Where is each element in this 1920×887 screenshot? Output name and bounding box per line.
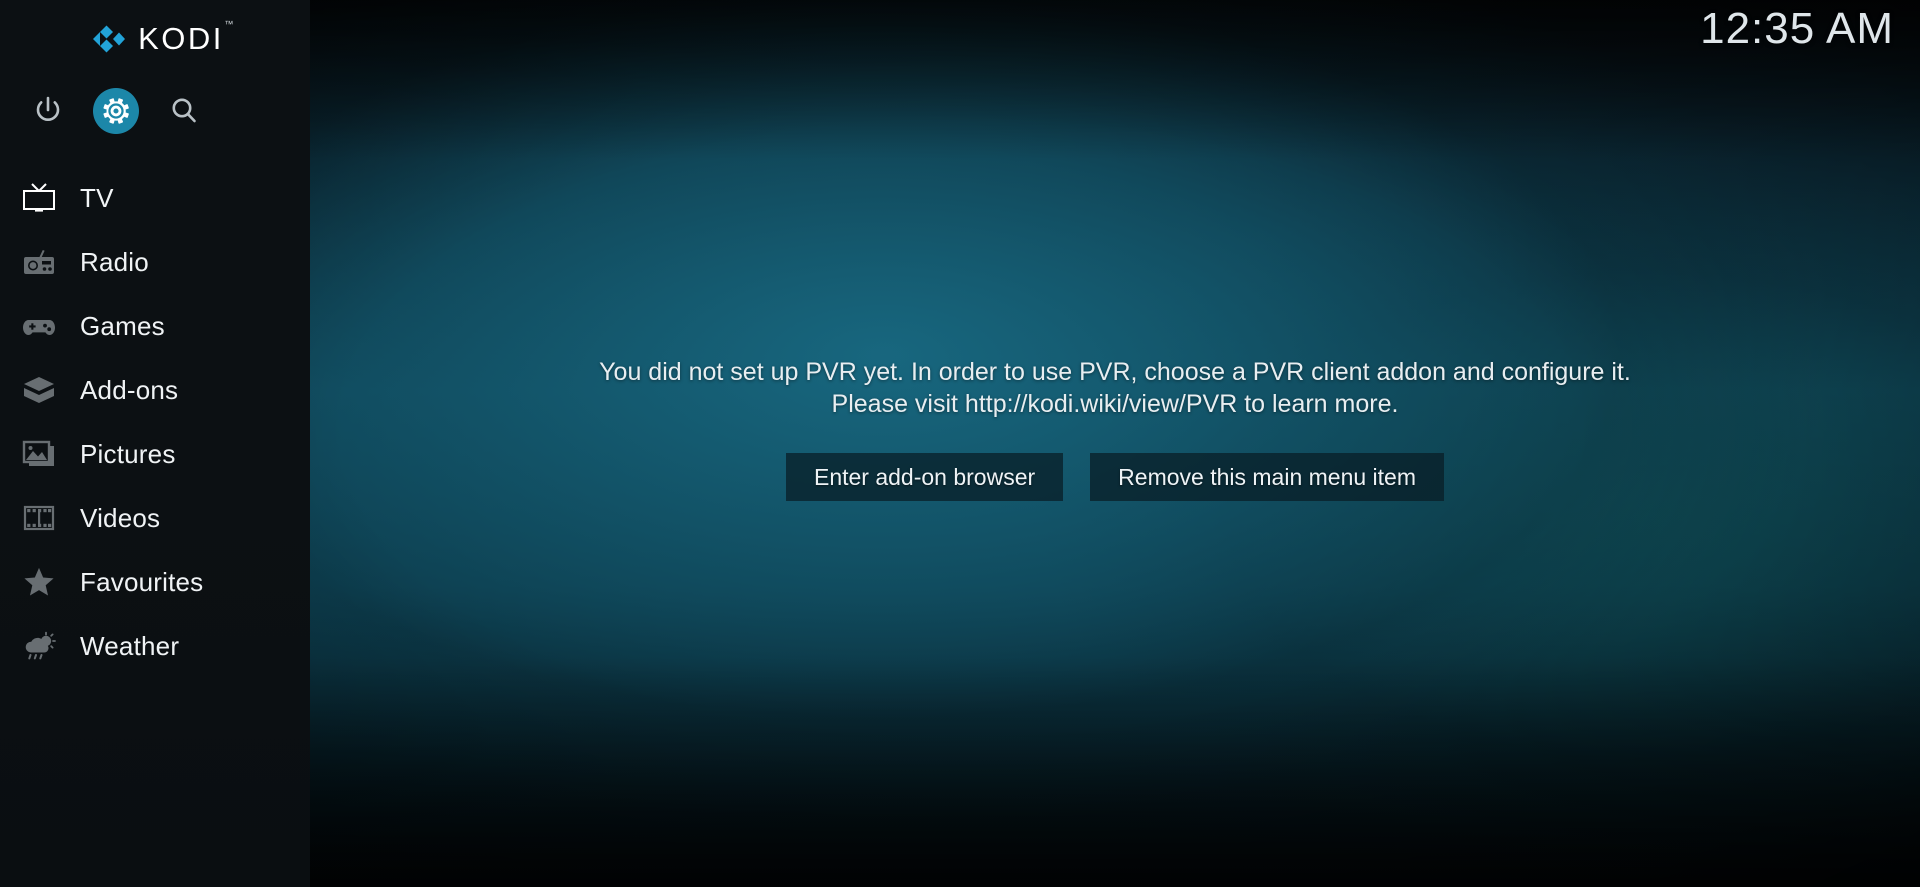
film-strip-icon (8, 502, 70, 534)
addons-box-icon (8, 374, 70, 406)
weather-icon (8, 630, 70, 662)
sidebar-item-weather[interactable]: Weather (0, 614, 310, 678)
sidebar-item-label: Pictures (80, 438, 176, 469)
sidebar-item-label: Weather (80, 630, 180, 661)
enter-addon-browser-button[interactable]: Enter add-on browser (785, 453, 1064, 501)
picture-icon (8, 438, 70, 470)
kodi-home-screen: 12:35 AM KODI ™ TV Radio Games Add-ons P… (0, 0, 1920, 887)
star-icon (8, 566, 70, 598)
search-icon (172, 98, 196, 123)
brand-name: KODI (138, 19, 236, 57)
brand: KODI (0, 0, 310, 78)
main-menu: TV Radio Games Add-ons Pictures Videos F… (0, 166, 310, 678)
action-button-group: Enter add-on browser Remove this main me… (785, 453, 1445, 501)
search-button[interactable] (150, 78, 218, 144)
sidebar-item-label: Radio (80, 246, 149, 277)
remove-menu-item-button[interactable]: Remove this main menu item (1090, 453, 1445, 501)
sidebar-item-videos[interactable]: Videos (0, 486, 310, 550)
sidebar-item-radio[interactable]: Radio (0, 230, 310, 294)
sidebar-item-add-ons[interactable]: Add-ons (0, 358, 310, 422)
sidebar-item-label: Favourites (80, 566, 204, 597)
settings-button[interactable] (82, 78, 150, 144)
kodi-logo-icon (86, 22, 126, 56)
quick-action-bar (0, 78, 310, 144)
sidebar-item-pictures[interactable]: Pictures (0, 422, 310, 486)
sidebar-item-tv[interactable]: TV (0, 166, 310, 230)
tv-icon (8, 182, 70, 214)
power-button[interactable] (14, 78, 82, 144)
sidebar: KODI ™ TV Radio Games Add-ons Pictures V… (0, 0, 310, 887)
sidebar-item-label: Videos (80, 502, 161, 533)
gear-icon (103, 98, 129, 124)
sidebar-item-favourites[interactable]: Favourites (0, 550, 310, 614)
sidebar-item-label: TV (80, 182, 114, 213)
sidebar-item-label: Games (80, 310, 165, 341)
radio-icon (8, 246, 70, 278)
sidebar-item-label: Add-ons (80, 374, 179, 405)
pvr-setup-message: You did not set up PVR yet. In order to … (599, 358, 1631, 418)
sidebar-item-games[interactable]: Games (0, 294, 310, 358)
content-panel: You did not set up PVR yet. In order to … (310, 0, 1920, 887)
power-icon (36, 96, 60, 121)
gamepad-icon (8, 310, 70, 342)
